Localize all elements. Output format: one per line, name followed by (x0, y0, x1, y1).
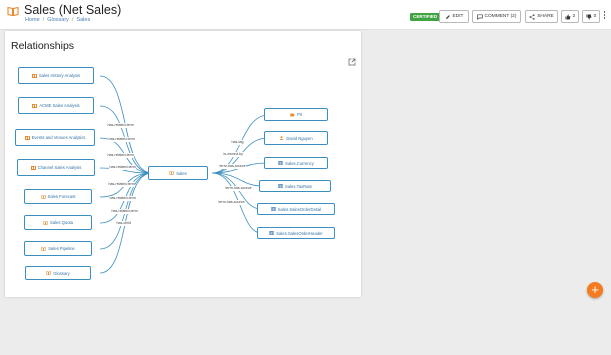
node-sales-salesorderdetail[interactable]: Sales.SalesOrderDetail (257, 203, 335, 215)
tag-icon (290, 113, 295, 116)
node-channel-sales-analysis[interactable]: Channel Sales Analysis (17, 159, 95, 176)
table-icon (278, 161, 283, 165)
comment-button-label: COMMENT (2) (484, 14, 517, 19)
node-sales-quota[interactable]: Sales Quota (24, 215, 92, 230)
node-label: Channel Sales Analysis (37, 165, 82, 170)
node-label: Sales Pipeline (48, 246, 75, 251)
share-button-label: SHARE (537, 14, 554, 19)
dislike-count: 0 (593, 14, 597, 19)
node-label: Sales Quota (49, 220, 74, 225)
edge-label: has-related-term (109, 165, 137, 170)
edge-label: has-related-term (108, 182, 136, 187)
dislike-button[interactable]: 0 (582, 10, 600, 23)
thumbs-up-icon (565, 13, 571, 19)
share-button[interactable]: SHARE (525, 10, 558, 23)
edge-label: has-tag (231, 140, 244, 145)
node-sales-salesorderheader[interactable]: Sales.SalesOrderHeader (257, 227, 335, 239)
breadcrumb: Home / Glossary / Sales (25, 17, 90, 23)
node-sales-currency[interactable]: Sales.Currency (264, 157, 328, 169)
edit-button-label: EDIT (452, 14, 464, 19)
table-icon (269, 231, 275, 235)
share-icon (529, 13, 535, 20)
analysis-icon (30, 165, 36, 170)
book-icon (169, 171, 175, 175)
edge-label: has-child (116, 221, 132, 226)
edit-button[interactable]: EDIT (439, 10, 469, 23)
add-fab-button[interactable]: + (587, 282, 603, 298)
like-count: 2 (572, 14, 576, 19)
node-events-and-venues-analytics[interactable]: Events and Venues Analytics (15, 129, 95, 146)
book-icon (46, 271, 52, 275)
edge-label: is-owned-by (223, 152, 244, 157)
breadcrumb-separator: / (42, 17, 45, 23)
node-sales-pipeline[interactable]: Sales Pipeline (24, 241, 92, 256)
node-label: Sales History Analysis (38, 73, 81, 78)
table-icon (270, 207, 276, 211)
comment-icon (476, 13, 483, 20)
page-header: Sales (Net Sales) Home / Glossary / Sales CE… (0, 0, 611, 30)
node-sales-history-analysis[interactable]: Sales History Analysis (18, 67, 94, 84)
node-center-sales[interactable]: Sales (148, 166, 208, 180)
node-label: Sales Forecast (47, 194, 76, 199)
analysis-icon (31, 73, 37, 78)
certified-badge: CERTIFIED (410, 13, 441, 21)
edge-label: has-related-term (108, 137, 136, 142)
edge-label: term-has-source (219, 164, 247, 169)
node-label: PII (296, 112, 303, 117)
node-sales-forecast[interactable]: Sales Forecast (24, 189, 92, 204)
analysis-icon (32, 103, 38, 108)
node-david-nguyen[interactable]: David Nguyen (264, 131, 328, 145)
node-label: David Nguyen (286, 135, 313, 141)
book-icon (43, 220, 48, 225)
node-label: Sales.TaxRate (285, 183, 312, 189)
analysis-icon (24, 135, 30, 140)
more-options-icon[interactable] (603, 11, 606, 22)
comment-button[interactable]: COMMENT (2) (472, 10, 521, 23)
node-pii[interactable]: PII (264, 108, 328, 121)
node-label: ACME Sales Analysis (39, 103, 80, 108)
breadcrumb-sales[interactable]: Sales (76, 17, 90, 23)
edge-label: has-related-term (109, 196, 137, 201)
user-icon (279, 136, 284, 140)
breadcrumb-glossary[interactable]: Glossary (47, 17, 69, 23)
table-icon (278, 184, 283, 188)
edge-label: has-related-term (107, 153, 135, 158)
node-label: Events and Venues Analytics (31, 135, 86, 140)
breadcrumb-home[interactable]: Home (25, 17, 40, 23)
pencil-icon (445, 14, 450, 19)
node-label: Sales.Currency (285, 160, 314, 166)
book-icon (40, 194, 46, 199)
edge-label: term-has-source (218, 200, 246, 205)
book-icon (7, 6, 19, 16)
node-label: Glossary (53, 270, 70, 276)
relationships-panel: Relationships has-related-term has-relat… (5, 31, 361, 297)
edge-label: term-has-source (225, 186, 253, 191)
edge-label: has-related-term (111, 209, 139, 214)
page-title: Sales (Net Sales) (24, 3, 122, 17)
node-glossary[interactable]: Glossary (25, 266, 91, 280)
breadcrumb-separator: / (71, 17, 74, 23)
node-label: Sales.SalesOrderDetail (277, 206, 322, 212)
thumbs-down-icon (586, 14, 592, 20)
node-label: Sales.SalesOrderHeader (276, 230, 323, 236)
edge-label: has-related-term (107, 123, 135, 128)
node-acme-sales-analysis[interactable]: ACME Sales Analysis (18, 97, 94, 114)
node-sales-taxrate[interactable]: Sales.TaxRate (259, 180, 331, 192)
like-button[interactable]: 2 (561, 10, 579, 23)
node-label: Sales (176, 170, 187, 176)
book-icon (41, 246, 47, 251)
